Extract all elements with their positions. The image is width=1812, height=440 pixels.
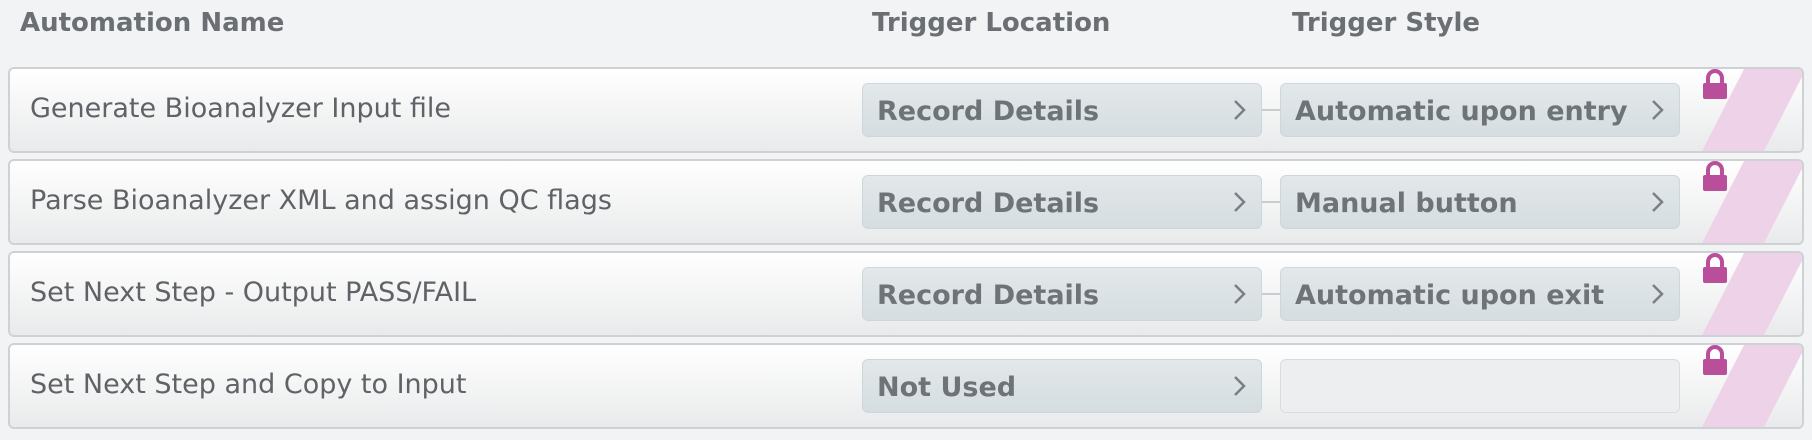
connector-line	[1262, 109, 1280, 111]
column-header-trigger-location: Trigger Location	[872, 8, 1111, 38]
lock-icon	[1703, 161, 1727, 191]
automation-name: Parse Bioanalyzer XML and assign QC flag…	[30, 185, 612, 216]
lock-icon	[1703, 345, 1727, 375]
trigger-location-value: Not Used	[877, 372, 1017, 403]
chevron-right-icon	[1234, 192, 1246, 212]
chevron-right-icon	[1652, 284, 1664, 304]
trigger-location-value: Record Details	[877, 188, 1100, 219]
trigger-location-select[interactable]: Record Details	[862, 175, 1262, 229]
connector-line	[1262, 201, 1280, 203]
automation-row[interactable]: Generate Bioanalyzer Input file Record D…	[8, 67, 1804, 153]
trigger-style-select[interactable]: Manual button	[1280, 175, 1680, 229]
automation-name: Set Next Step and Copy to Input	[30, 369, 467, 400]
lock-toggle[interactable]	[1700, 69, 1802, 151]
trigger-style-select[interactable]: Automatic upon exit	[1280, 267, 1680, 321]
automation-name: Generate Bioanalyzer Input file	[30, 93, 451, 124]
trigger-style-value: Automatic upon entry	[1295, 96, 1628, 127]
chevron-right-icon	[1652, 100, 1664, 120]
chevron-right-icon	[1234, 100, 1246, 120]
column-header-automation-name: Automation Name	[20, 8, 285, 38]
trigger-style-value: Manual button	[1295, 188, 1518, 219]
automation-row[interactable]: Parse Bioanalyzer XML and assign QC flag…	[8, 159, 1804, 245]
trigger-location-value: Record Details	[877, 280, 1100, 311]
chevron-right-icon	[1234, 284, 1246, 304]
automation-row[interactable]: Set Next Step - Output PASS/FAIL Record …	[8, 251, 1804, 337]
trigger-location-select[interactable]: Record Details	[862, 83, 1262, 137]
trigger-style-select[interactable]: Automatic upon entry	[1280, 83, 1680, 137]
trigger-style-select-disabled	[1280, 359, 1680, 413]
table-header: Automation Name Trigger Location Trigger…	[0, 0, 1812, 60]
lock-icon	[1703, 253, 1727, 283]
chevron-right-icon	[1652, 192, 1664, 212]
connector-line	[1262, 293, 1280, 295]
column-header-trigger-style: Trigger Style	[1292, 8, 1480, 38]
lock-toggle[interactable]	[1700, 161, 1802, 243]
lock-toggle[interactable]	[1700, 253, 1802, 335]
lock-icon	[1703, 69, 1727, 99]
trigger-style-value: Automatic upon exit	[1295, 280, 1605, 311]
trigger-location-select[interactable]: Record Details	[862, 267, 1262, 321]
chevron-right-icon	[1234, 376, 1246, 396]
automation-name: Set Next Step - Output PASS/FAIL	[30, 277, 477, 308]
trigger-location-select[interactable]: Not Used	[862, 359, 1262, 413]
automation-row[interactable]: Set Next Step and Copy to Input Not Used	[8, 343, 1804, 429]
lock-toggle[interactable]	[1700, 345, 1802, 427]
trigger-location-value: Record Details	[877, 96, 1100, 127]
